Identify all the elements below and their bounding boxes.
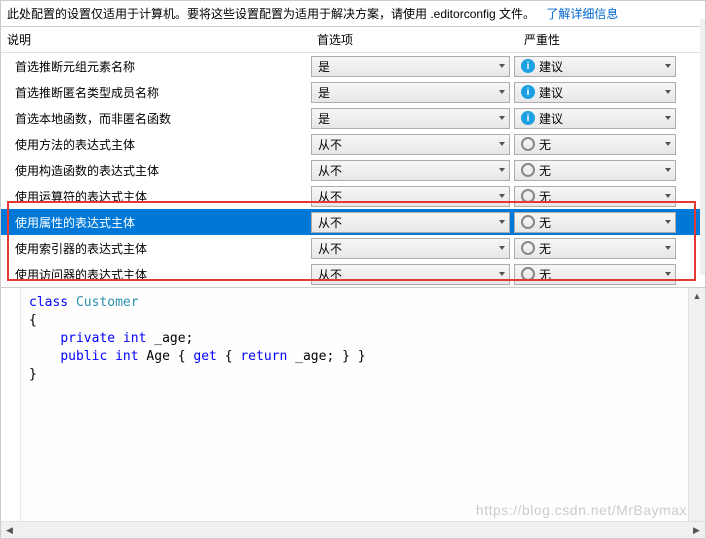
preference-dropdown[interactable]: 是 [311,56,510,77]
preference-dropdown[interactable]: 从不 [311,134,510,155]
info-banner: 此处配置的设置仅适用于计算机。要将这些设置配置为适用于解决方案，请使用 .edi… [1,1,705,26]
settings-row[interactable]: 首选本地函数，而非匿名函数是 i 建议 [1,105,705,131]
preference-dropdown[interactable]: 从不 [311,238,510,259]
info-icon: i [521,85,535,99]
scroll-right-icon[interactable]: ▶ [688,522,705,538]
chevron-down-icon [499,90,505,94]
chevron-down-icon [665,90,671,94]
chevron-down-icon [665,246,671,250]
preference-value: 从不 [318,162,342,179]
scroll-left-icon[interactable]: ◀ [1,522,18,538]
code-text: class Customer { private int _age; publi… [21,288,688,527]
settings-row[interactable]: 使用方法的表达式主体从不 无 [1,131,705,157]
severity-dropdown[interactable]: 无 [514,264,676,285]
severity-dropdown[interactable]: i 建议 [514,108,676,129]
row-description: 使用访问器的表达式主体 [1,266,311,283]
severity-dropdown[interactable]: 无 [514,212,676,233]
severity-value: 无 [539,240,551,257]
severity-dropdown[interactable]: i 建议 [514,56,676,77]
header-preference[interactable]: 首选项 [311,27,518,52]
severity-value: 无 [539,266,551,283]
chevron-down-icon [665,272,671,276]
chevron-down-icon [665,220,671,224]
chevron-down-icon [665,168,671,172]
info-icon: i [521,111,535,125]
chevron-down-icon [665,194,671,198]
chevron-down-icon [499,168,505,172]
row-description: 首选本地函数，而非匿名函数 [1,110,311,127]
severity-dropdown[interactable]: i 建议 [514,82,676,103]
learn-more-link[interactable]: 了解详细信息 [546,7,618,21]
header-severity[interactable]: 严重性 [518,27,686,52]
none-icon [521,163,535,177]
preference-dropdown[interactable]: 从不 [311,212,510,233]
code-gutter [1,288,21,527]
severity-value: 建议 [539,84,563,101]
severity-dropdown[interactable]: 无 [514,160,676,181]
info-icon: i [521,59,535,73]
row-description: 首选推断匿名类型成员名称 [1,84,311,101]
severity-dropdown[interactable]: 无 [514,186,676,207]
preference-value: 是 [318,58,330,75]
chevron-down-icon [499,220,505,224]
severity-value: 无 [539,162,551,179]
row-description: 使用构造函数的表达式主体 [1,162,311,179]
severity-value: 无 [539,214,551,231]
settings-row[interactable]: 使用运算符的表达式主体从不 无 [1,183,705,209]
scroll-track[interactable] [18,522,688,538]
chevron-down-icon [665,64,671,68]
preference-value: 是 [318,84,330,101]
preference-dropdown[interactable]: 从不 [311,186,510,207]
severity-dropdown[interactable]: 无 [514,238,676,259]
none-icon [521,189,535,203]
preference-value: 是 [318,110,330,127]
none-icon [521,137,535,151]
code-preview: class Customer { private int _age; publi… [1,287,705,527]
preference-dropdown[interactable]: 从不 [311,160,510,181]
code-horizontal-scrollbar[interactable]: ◀ ▶ [1,521,705,538]
preference-value: 从不 [318,214,342,231]
chevron-down-icon [665,116,671,120]
preference-value: 从不 [318,266,342,283]
grid-scrollbar[interactable] [700,19,705,275]
settings-row[interactable]: 使用索引器的表达式主体从不 无 [1,235,705,261]
row-description: 使用方法的表达式主体 [1,136,311,153]
severity-value: 建议 [539,110,563,127]
severity-value: 建议 [539,58,563,75]
chevron-down-icon [499,64,505,68]
scroll-up-icon[interactable]: ▲ [689,288,705,305]
code-vertical-scrollbar[interactable]: ▲ [688,288,705,527]
settings-row[interactable]: 首选推断元组元素名称是 i 建议 [1,53,705,79]
chevron-down-icon [499,116,505,120]
grid-header: 说明 首选项 严重性 [1,27,705,53]
settings-row[interactable]: 使用访问器的表达式主体从不 无 [1,261,705,287]
chevron-down-icon [665,142,671,146]
severity-value: 无 [539,136,551,153]
settings-row[interactable]: 使用属性的表达式主体从不 无 [1,209,705,235]
row-description: 使用索引器的表达式主体 [1,240,311,257]
preference-dropdown[interactable]: 是 [311,108,510,129]
row-description: 使用属性的表达式主体 [1,214,311,231]
row-description: 首选推断元组元素名称 [1,58,311,75]
settings-grid: 说明 首选项 严重性 首选推断元组元素名称是i建议首选推断匿名类型成员名称是i建… [1,26,705,287]
preference-value: 从不 [318,136,342,153]
none-icon [521,267,535,281]
chevron-down-icon [499,194,505,198]
preference-value: 从不 [318,188,342,205]
header-description[interactable]: 说明 [1,27,311,52]
none-icon [521,215,535,229]
chevron-down-icon [499,272,505,276]
settings-row[interactable]: 首选推断匿名类型成员名称是 i 建议 [1,79,705,105]
preference-dropdown[interactable]: 从不 [311,264,510,285]
settings-row[interactable]: 使用构造函数的表达式主体从不 无 [1,157,705,183]
row-description: 使用运算符的表达式主体 [1,188,311,205]
chevron-down-icon [499,142,505,146]
preference-value: 从不 [318,240,342,257]
severity-dropdown[interactable]: 无 [514,134,676,155]
severity-value: 无 [539,188,551,205]
banner-text: 此处配置的设置仅适用于计算机。要将这些设置配置为适用于解决方案，请使用 .edi… [7,7,535,21]
none-icon [521,241,535,255]
preference-dropdown[interactable]: 是 [311,82,510,103]
chevron-down-icon [499,246,505,250]
